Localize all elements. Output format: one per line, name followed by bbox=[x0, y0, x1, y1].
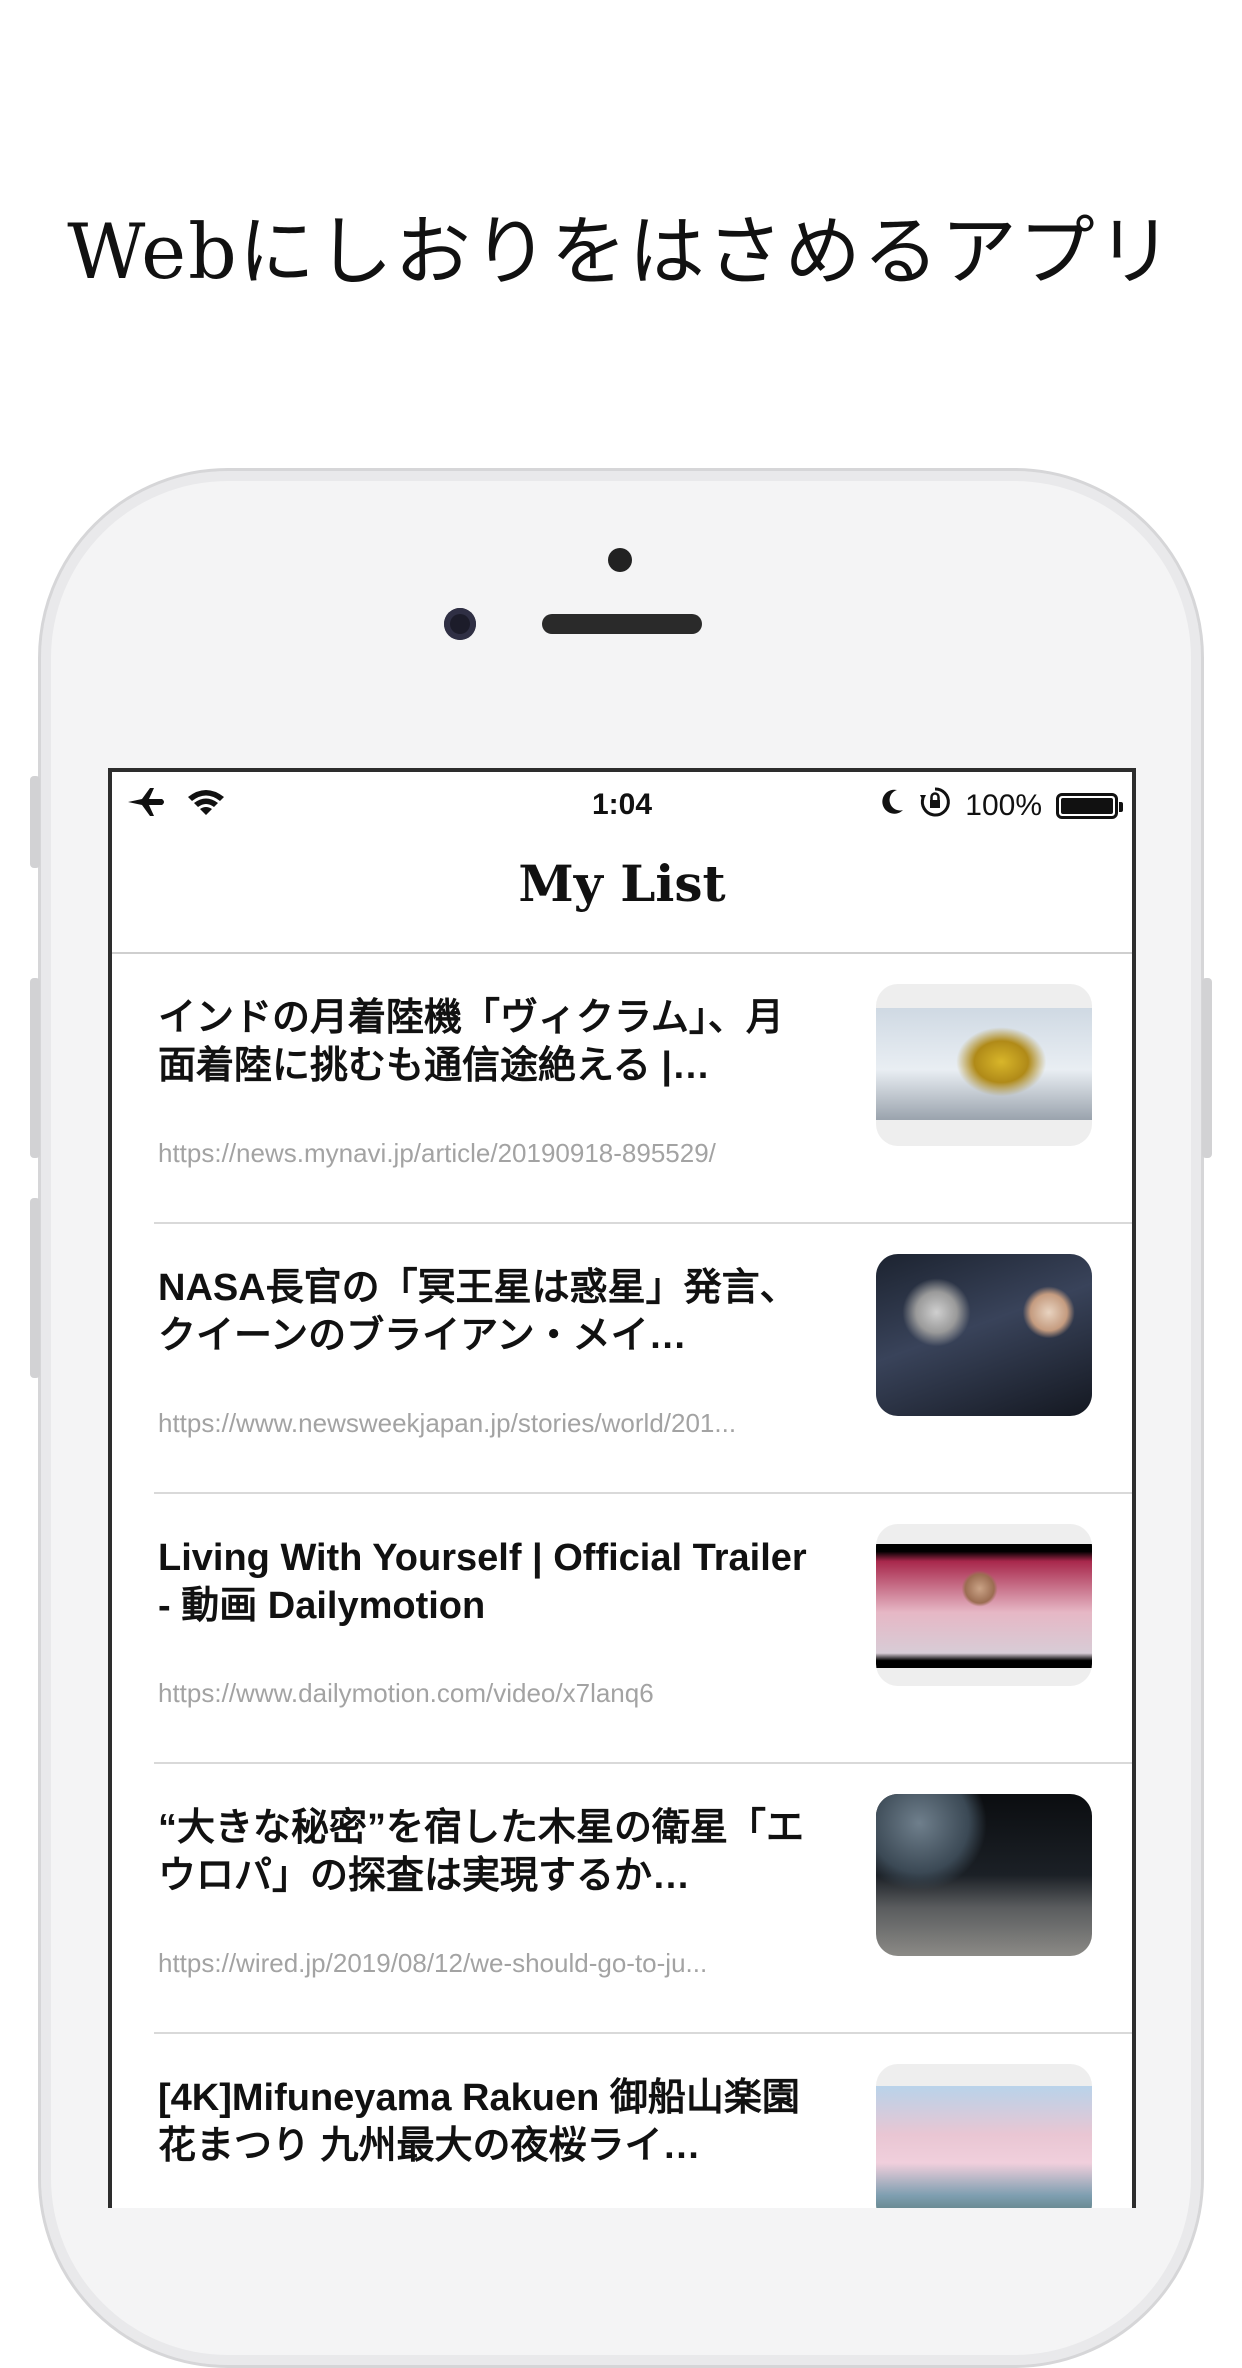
page-title: My List bbox=[518, 854, 726, 913]
promo-headline: Webにしおりをはさめるアプリ bbox=[67, 207, 1175, 296]
phone-screen: 1:04 100% My List インドの月着陸機「ヴィクラム」、月面着陸に挑… bbox=[108, 768, 1136, 2208]
item-url: https://www.newsweekjapan.jp/stories/wor… bbox=[158, 1408, 737, 1438]
mute-switch bbox=[30, 776, 40, 868]
battery-percent: 100% bbox=[965, 789, 1042, 822]
item-thumbnail bbox=[876, 2064, 1092, 2208]
rotation-lock-icon bbox=[919, 786, 951, 826]
front-camera bbox=[444, 608, 476, 640]
list-item[interactable]: “大きな秘密”を宿した木星の衛星「エウロパ」の探査は実現するか… https:/… bbox=[112, 1764, 1132, 2034]
list-item[interactable]: Living With Yourself | Official Trailer … bbox=[112, 1494, 1132, 1764]
list-item[interactable]: インドの月着陸機「ヴィクラム」、月面着陸に挑むも通信途絶える |… https:… bbox=[112, 954, 1132, 1224]
item-title: [4K]Mifuneyama Rakuen 御船山楽園 花まつり 九州最大の夜桜… bbox=[158, 2077, 800, 2167]
item-title: NASA長官の「冥王星は惑星」発言、クイーンのブライアン・メイ… bbox=[158, 1267, 798, 1357]
navigation-bar: My List bbox=[112, 832, 1132, 954]
volume-down-button bbox=[30, 1198, 40, 1378]
power-button bbox=[1202, 978, 1212, 1158]
item-url: https://www.dailymotion.com/video/x7lanq… bbox=[158, 1678, 654, 1708]
moon-icon bbox=[879, 788, 905, 824]
item-thumbnail bbox=[876, 1254, 1092, 1416]
volume-up-button bbox=[30, 978, 40, 1158]
item-url: https://news.mynavi.jp/article/20190918-… bbox=[158, 1138, 716, 1168]
earpiece-speaker bbox=[542, 614, 702, 634]
item-title: Living With Yourself | Official Trailer … bbox=[158, 1537, 807, 1627]
item-thumbnail bbox=[876, 1794, 1092, 1956]
item-url: https://wired.jp/2019/08/12/we-should-go… bbox=[158, 1948, 708, 1978]
item-thumbnail bbox=[876, 1524, 1092, 1686]
item-title: “大きな秘密”を宿した木星の衛星「エウロパ」の探査は実現するか… bbox=[158, 1807, 805, 1897]
proximity-sensor bbox=[608, 548, 632, 572]
status-bar: 1:04 100% bbox=[112, 772, 1132, 832]
item-title: インドの月着陸機「ヴィクラム」、月面着陸に挑むも通信途絶える |… bbox=[158, 997, 784, 1087]
list-item[interactable]: NASA長官の「冥王星は惑星」発言、クイーンのブライアン・メイ… https:/… bbox=[112, 1224, 1132, 1494]
battery-icon bbox=[1056, 793, 1123, 819]
item-thumbnail bbox=[876, 984, 1092, 1146]
list-item[interactable]: [4K]Mifuneyama Rakuen 御船山楽園 花まつり 九州最大の夜桜… bbox=[112, 2034, 1132, 2208]
bookmark-list: インドの月着陸機「ヴィクラム」、月面着陸に挑むも通信途絶える |… https:… bbox=[112, 954, 1132, 2208]
